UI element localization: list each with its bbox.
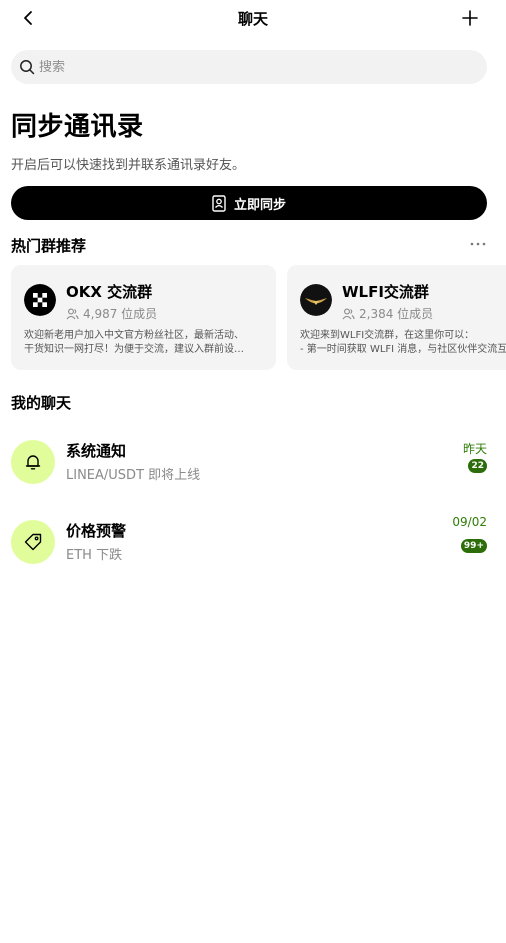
sync-now-button[interactable]: 立即同步 [11, 186, 487, 220]
group-description: 欢迎新老用户加入中文官方粉丝社区，最新活动、 干货知识一网打尽！为便于交流，建议… [24, 330, 244, 355]
group-name: WLFI交流群 [342, 283, 429, 301]
chat-name: 系统通知 [66, 442, 127, 460]
chat-item-system-notice[interactable]: 系统通知 LINEA/USDT 即将上线 昨天 22 [0, 440, 506, 500]
hot-groups-carousel[interactable]: OKX 交流群 4,987 位成员 欢迎新老用户加入中文官方粉丝社区，最新活动、… [11, 265, 506, 370]
more-options-button[interactable] [468, 236, 488, 252]
wlfi-logo-icon [300, 284, 332, 316]
users-icon [66, 308, 79, 319]
sync-description: 开启后可以快速找到并联系通讯录好友。 [11, 158, 246, 173]
chat-time: 09/02 [452, 515, 487, 529]
group-name: OKX 交流群 [66, 283, 153, 301]
group-description: 欢迎来到WLFI交流群，在这里你可以： - 第一时间获取 WLFI 消息，与社区… [300, 330, 506, 355]
unread-badge: 22 [468, 459, 487, 473]
search-icon [20, 60, 35, 75]
group-card-wlfi[interactable]: WLFI交流群 2,384 位成员 欢迎来到WLFI交流群，在这里你可以： - … [287, 265, 506, 370]
chat-item-price-alert[interactable]: 价格预警 ETH 下跌 09/02 99+ [0, 515, 506, 580]
chat-preview: LINEA/USDT 即将上线 [66, 468, 201, 483]
top-bar: 聊天 [0, 0, 506, 36]
contacts-book-icon [212, 194, 226, 212]
group-member-count: 4,987 位成员 [66, 305, 157, 322]
add-button[interactable] [458, 6, 482, 30]
sync-title: 同步通讯录 [11, 112, 144, 142]
users-icon [342, 308, 355, 319]
chat-avatar [11, 440, 55, 484]
sync-now-label: 立即同步 [233, 197, 286, 213]
chat-time: 昨天 [462, 442, 487, 456]
search-bar[interactable] [11, 50, 487, 84]
plus-icon [462, 10, 478, 26]
hot-groups-title: 热门群推荐 [11, 237, 87, 255]
group-member-count: 2,384 位成员 [342, 305, 433, 322]
search-input[interactable] [39, 59, 459, 75]
more-horizontal-icon [470, 242, 486, 246]
group-card-okx[interactable]: OKX 交流群 4,987 位成员 欢迎新老用户加入中文官方粉丝社区，最新活动、… [11, 265, 276, 370]
price-tag-icon [24, 533, 42, 551]
chat-name: 价格预警 [66, 522, 127, 540]
my-chats-title: 我的聊天 [11, 394, 72, 412]
chat-preview: ETH 下跌 [66, 548, 123, 563]
unread-badge: 99+ [460, 539, 487, 553]
okx-logo-icon [24, 284, 56, 316]
chat-avatar [11, 520, 55, 564]
bell-icon [25, 455, 41, 470]
page-title: 聊天 [237, 10, 268, 28]
